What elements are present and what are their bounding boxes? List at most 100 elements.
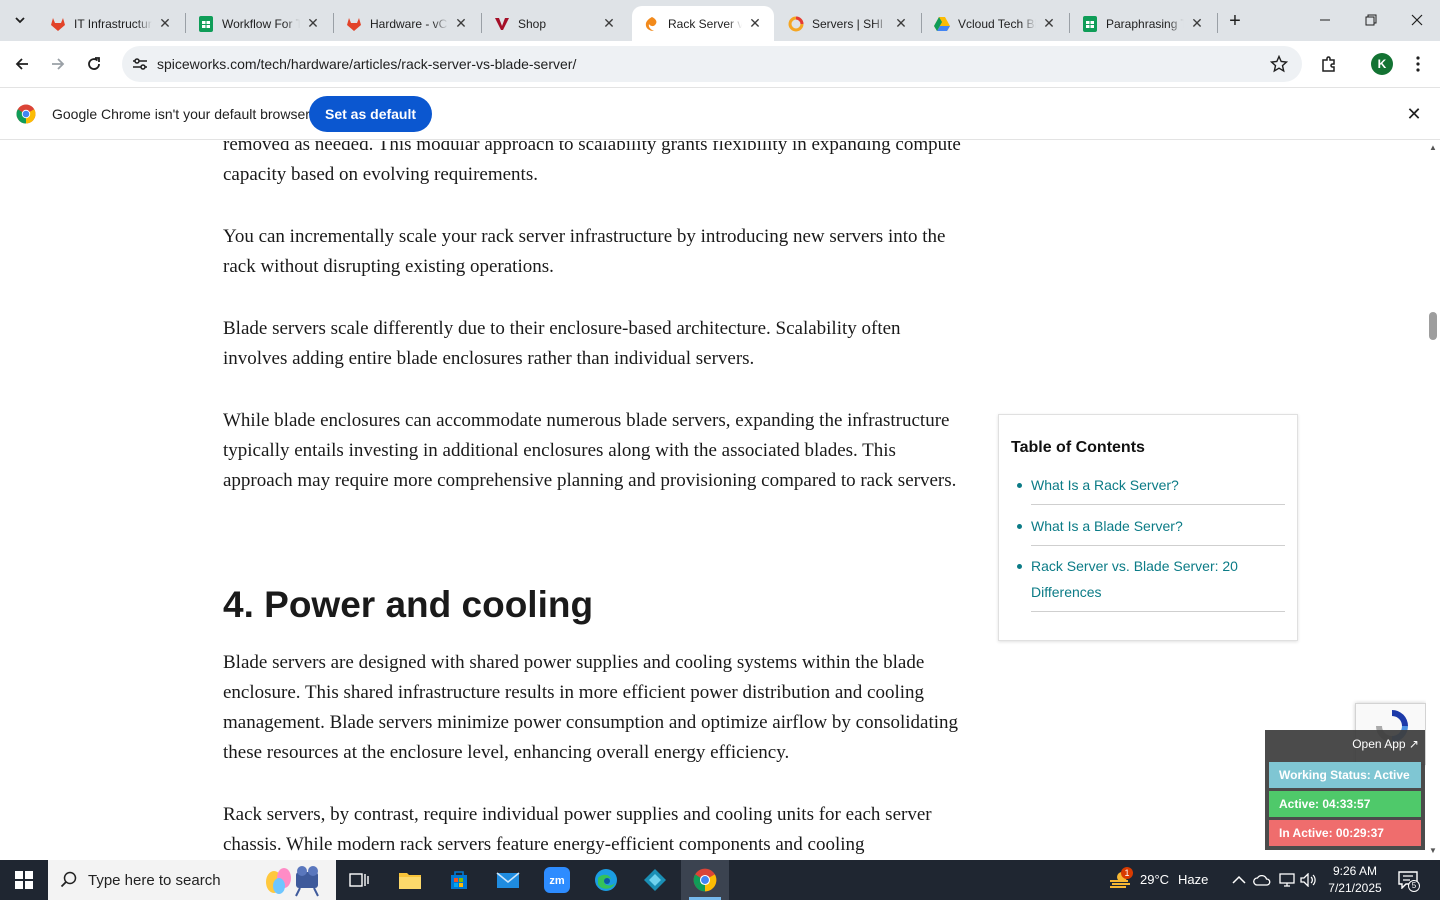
close-icon [1411, 14, 1423, 26]
more-vertical-icon [1416, 56, 1420, 72]
time-tracker-widget: Open App ↗ Working Status: Active Active… [1265, 730, 1425, 850]
site-settings-icon[interactable] [128, 52, 152, 76]
toc-link[interactable]: What Is a Blade Server? [1017, 513, 1285, 546]
tab-title: Shop [518, 16, 547, 31]
back-button[interactable] [7, 49, 37, 79]
task-view-button[interactable] [336, 860, 384, 900]
edge-icon [595, 869, 617, 891]
network-icon[interactable] [1278, 872, 1296, 888]
scroll-down-arrow-icon[interactable]: ▼ [1429, 847, 1437, 855]
sheets-icon [198, 15, 214, 32]
mail-icon [496, 872, 520, 888]
tab-hardware[interactable]: Hardware - vCloud ✕ [334, 6, 480, 41]
edge-button[interactable] [582, 860, 630, 900]
close-icon[interactable]: ✕ [452, 15, 470, 33]
tab-title: Hardware - vCloud [370, 16, 448, 31]
weather-text[interactable]: Haze [1178, 872, 1208, 887]
temperature-text[interactable]: 29°C [1140, 872, 1169, 887]
toc-link[interactable]: Rack Server vs. Blade Server: 20 Differe… [1017, 553, 1285, 612]
paragraph: Rack servers, by contrast, require indiv… [223, 804, 932, 855]
close-icon[interactable]: ✕ [600, 15, 618, 33]
scroll-up-arrow-icon[interactable]: ▲ [1429, 144, 1437, 152]
search-highlight-illustration-icon [266, 866, 319, 897]
paragraph: While blade enclosures can accommodate n… [223, 410, 957, 491]
shi-icon [788, 16, 804, 32]
profile-avatar[interactable]: K [1371, 53, 1393, 75]
mail-button[interactable] [484, 860, 532, 900]
open-app-link[interactable]: Open App ↗ [1352, 737, 1419, 751]
tab-title: Rack Server vs Blade [668, 16, 742, 31]
tab-servers-shi[interactable]: Servers | SHI ✕ [776, 6, 920, 41]
file-explorer-button[interactable] [386, 860, 434, 900]
search-icon [60, 871, 77, 888]
close-window-button[interactable] [1394, 0, 1440, 40]
close-icon[interactable]: ✕ [1040, 15, 1058, 33]
infobar-message: Google Chrome isn't your default browser [52, 106, 310, 122]
gitlab-icon [346, 16, 362, 32]
tab-it-infrastructure[interactable]: IT Infrastructure ✕ [38, 6, 184, 41]
plus-icon: + [1229, 9, 1241, 32]
v-logo-icon [494, 16, 510, 32]
minimize-button[interactable] [1302, 0, 1348, 40]
toc-link[interactable]: What Is a Rack Server? [1017, 472, 1285, 505]
tab-vcloud-blog[interactable]: Vcloud Tech Blog ✕ [922, 6, 1068, 41]
taskbar-search-box[interactable]: Type here to search [48, 860, 336, 900]
tab-rack-server-active[interactable]: Rack Server vs Blade ✕ [632, 6, 774, 41]
url-text[interactable]: spiceworks.com/tech/hardware/articles/ra… [157, 56, 576, 72]
tab-title: Workflow For Tech [222, 16, 300, 31]
tab-search-button[interactable] [6, 6, 34, 34]
close-icon[interactable]: ✕ [1404, 104, 1424, 124]
restore-button[interactable] [1348, 0, 1394, 40]
weather-badge: 1 [1121, 867, 1133, 879]
tab-paraphrasing[interactable]: Paraphrasing Tool ✕ [1070, 6, 1216, 41]
reload-button[interactable] [79, 49, 109, 79]
table-of-contents: Table of Contents What Is a Rack Server?… [998, 414, 1298, 641]
reload-icon [88, 57, 100, 70]
working-status: Working Status: Active [1269, 762, 1421, 788]
close-icon[interactable]: ✕ [1188, 15, 1206, 33]
close-icon[interactable]: ✕ [746, 15, 764, 33]
forward-button[interactable] [43, 49, 73, 79]
store-icon [451, 871, 467, 889]
folder-icon [399, 873, 421, 889]
inactive-time: In Active: 00:29:37 [1269, 820, 1421, 846]
section-heading: 4. Power and cooling [223, 584, 594, 625]
start-button[interactable] [0, 860, 48, 900]
bookmark-star-icon[interactable] [1268, 53, 1290, 75]
clock-time: 9:26 AM [1332, 864, 1378, 878]
extensions-puzzle-icon[interactable] [1316, 51, 1342, 77]
tab-workflow[interactable]: Workflow For Tech ✕ [186, 6, 332, 41]
arrow-left-icon [15, 58, 28, 70]
zoom-button[interactable]: zm [533, 860, 581, 900]
microsoft-store-button[interactable] [435, 860, 483, 900]
onedrive-cloud-icon[interactable] [1253, 872, 1271, 888]
close-icon[interactable]: ✕ [156, 15, 174, 33]
scrollbar-thumb[interactable] [1429, 312, 1437, 340]
diamond-app-icon [644, 869, 666, 891]
close-icon[interactable]: ✕ [304, 15, 322, 33]
close-icon[interactable]: ✕ [892, 15, 910, 33]
zoom-icon: zm [544, 867, 570, 893]
volume-icon[interactable] [1300, 872, 1318, 888]
chrome-icon [693, 868, 717, 892]
page-scrollbar[interactable]: ▲ ▼ [1426, 141, 1440, 860]
paragraph: removed as needed. This modular approach… [223, 141, 961, 185]
new-tab-button[interactable]: + [1222, 8, 1248, 34]
chevron-up-icon[interactable] [1230, 872, 1248, 888]
chrome-menu-button[interactable] [1406, 51, 1430, 77]
paragraph: You can incrementally scale your rack se… [223, 226, 946, 277]
sheets-icon [1082, 15, 1098, 32]
set-as-default-button[interactable]: Set as default [309, 96, 433, 132]
tab-title: Servers | SHI [812, 16, 884, 31]
notification-center-button[interactable]: 5 [1396, 869, 1420, 892]
pinned-app-button[interactable] [631, 860, 679, 900]
address-bar[interactable]: spiceworks.com/tech/hardware/articles/ra… [122, 46, 1302, 82]
tab-shop[interactable]: Shop ✕ [482, 6, 628, 41]
paragraph: Blade servers are designed with shared p… [223, 652, 959, 763]
minimize-icon [1320, 19, 1330, 21]
system-clock[interactable]: 9:26 AM 7/21/2025 [1322, 863, 1388, 897]
drive-icon [934, 16, 950, 32]
tab-strip: IT Infrastructure ✕ Workflow For Tech ✕ … [0, 0, 1440, 41]
chrome-taskbar-button[interactable] [681, 860, 729, 900]
search-placeholder: Type here to search [88, 872, 221, 889]
